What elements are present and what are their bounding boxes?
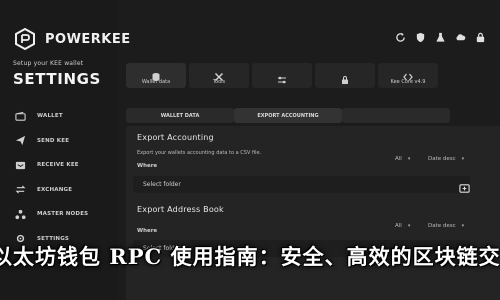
sidebar-item-wallet[interactable]: WALLET <box>0 104 118 129</box>
sidebar-item-label: MASTER NODES <box>37 211 89 218</box>
sort-date-dropdown[interactable]: Date desc ▾ <box>428 223 464 229</box>
export-address-book-title: Export Address Book <box>137 205 224 214</box>
nodes-icon <box>14 208 26 220</box>
tools-icon <box>214 67 224 81</box>
export-accounting-title: Export Accounting <box>137 133 214 142</box>
export-accounting-description: Export your wallets accounting data to a… <box>137 150 262 156</box>
shield-icon[interactable] <box>414 31 426 43</box>
lock-icon[interactable] <box>474 31 486 43</box>
settings-tabs: Wallet data Tools Kee Core v4.9 <box>126 63 500 88</box>
select-folder-input[interactable]: Select folder <box>133 176 470 193</box>
overlay-caption: 以太坊钱包 RPC 使用指南：安全、高效的区块链交 <box>0 236 500 276</box>
sidebar-item-label: WALLET <box>37 113 63 120</box>
setup-subtitle: Setup your KEE wallet <box>13 60 84 67</box>
brand-name: POWERKEE <box>45 31 131 47</box>
powerkee-logo-icon <box>15 27 35 51</box>
sidebar-item-exchange[interactable]: EXCHANGE <box>0 178 118 203</box>
code-icon <box>403 67 413 80</box>
export-address-book-where-label: Where <box>137 228 158 234</box>
sidebar-item-label: RECEIVE KEE <box>37 162 79 169</box>
app-window: POWERKEE Setup your KEE wallet SETTINGS … <box>0 0 500 300</box>
tab-preferences[interactable] <box>252 63 312 88</box>
subtab-export-accounting[interactable]: EXPORT ACCOUNTING <box>234 108 342 123</box>
sidebar-item-receive[interactable]: RECEIVE KEE <box>0 153 118 178</box>
lock-icon <box>340 70 350 84</box>
sub-tabs: WALLET DATA EXPORT ACCOUNTING <box>126 108 500 123</box>
page-title: SETTINGS <box>13 70 101 88</box>
chevron-down-icon: ▾ <box>407 156 411 162</box>
subtab-wallet-data[interactable]: WALLET DATA <box>126 108 234 123</box>
sidebar-item-label: EXCHANGE <box>37 186 73 193</box>
tab-label: Kee Core v4.9 <box>390 78 426 85</box>
filter-all-value: All <box>395 156 402 162</box>
chevron-down-icon: ▾ <box>461 156 465 162</box>
sidebar-item-label: SEND KEE <box>37 137 70 144</box>
tab-label: Wallet data <box>141 78 171 85</box>
filter-all-dropdown[interactable]: All ▾ <box>395 156 410 162</box>
export-accounting-where-label: Where <box>137 163 158 169</box>
chevron-down-icon: ▾ <box>407 223 411 229</box>
sort-date-value: Date desc <box>428 223 456 229</box>
overlay-caption-text: 以太坊钱包 RPC 使用指南：安全、高效的区块链交 <box>0 244 500 269</box>
brand-logo: POWERKEE <box>13 27 131 51</box>
cloud-icon[interactable] <box>454 31 466 43</box>
sync-icon[interactable] <box>394 31 406 43</box>
flask-icon[interactable] <box>434 31 446 43</box>
sort-date-value: Date desc <box>428 156 456 162</box>
sidebar-nav: WALLET SEND KEE RECEIVE KEE EXCHANGE MAS… <box>0 104 118 251</box>
database-icon <box>151 67 161 81</box>
top-toolbar <box>394 31 486 43</box>
wallet-icon <box>14 110 26 122</box>
sidebar-item-master-nodes[interactable]: MASTER NODES <box>0 202 118 227</box>
filter-all-dropdown[interactable]: All ▾ <box>395 223 410 229</box>
subtab-empty[interactable] <box>342 108 450 123</box>
send-icon <box>14 135 26 147</box>
tab-security[interactable] <box>315 63 375 88</box>
sliders-icon <box>277 70 287 83</box>
tab-tools[interactable]: Tools <box>189 63 249 88</box>
exchange-icon <box>14 184 26 196</box>
folder-icon[interactable] <box>459 179 471 193</box>
sidebar-item-send[interactable]: SEND KEE <box>0 129 118 154</box>
chevron-down-icon: ▾ <box>461 223 465 229</box>
tab-kee-core[interactable]: Kee Core v4.9 <box>378 63 438 88</box>
tab-wallet-data[interactable]: Wallet data <box>126 63 186 88</box>
sort-date-dropdown[interactable]: Date desc ▾ <box>428 156 464 162</box>
receive-icon <box>14 159 26 171</box>
filter-all-value: All <box>395 223 402 229</box>
tab-label: Tools <box>212 78 226 85</box>
